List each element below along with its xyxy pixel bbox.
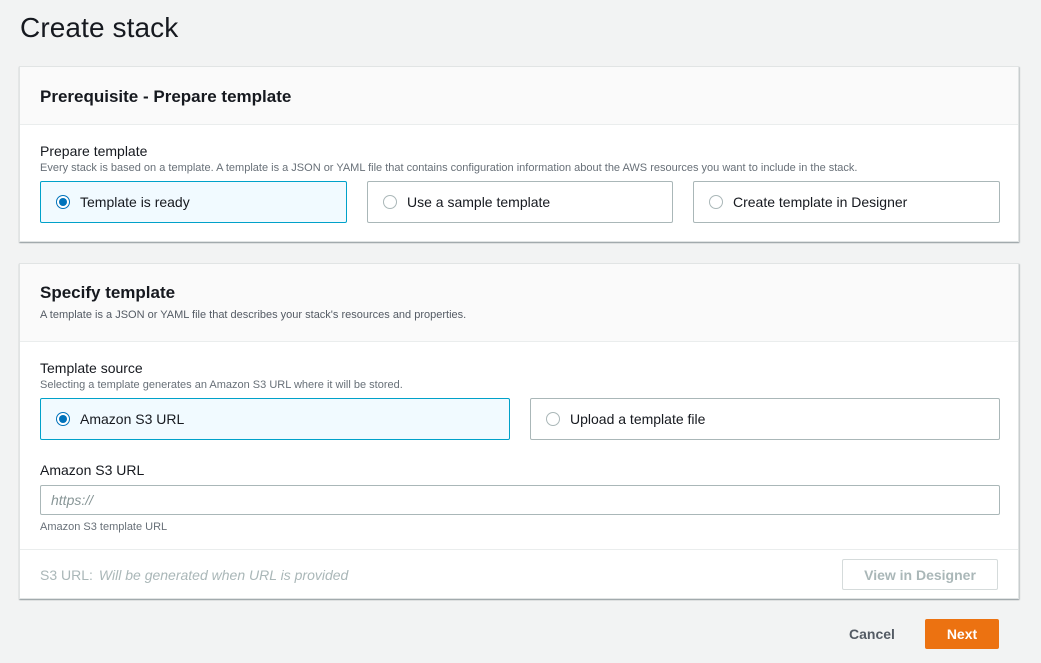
option-label: Create template in Designer <box>733 194 908 210</box>
template-source-description: Selecting a template generates an Amazon… <box>40 379 403 391</box>
option-label: Amazon S3 URL <box>80 411 185 427</box>
option-template-is-ready[interactable]: Template is ready <box>40 181 347 223</box>
s3-url-field-label: Amazon S3 URL <box>40 462 145 478</box>
cancel-button[interactable]: Cancel <box>832 618 912 650</box>
specify-template-heading: Specify template <box>40 283 176 302</box>
s3-url-readout-value: Will be generated when URL is provided <box>98 567 349 583</box>
prerequisite-heading: Prerequisite - Prepare template <box>40 87 292 106</box>
specify-template-panel-header: Specify template A template is a JSON or… <box>20 264 1018 342</box>
prerequisite-panel: Prerequisite - Prepare template Prepare … <box>19 66 1019 242</box>
option-create-in-designer[interactable]: Create template in Designer <box>693 181 1000 223</box>
option-label: Upload a template file <box>570 411 706 427</box>
source-option-s3-url[interactable]: Amazon S3 URL <box>40 398 510 440</box>
s3-url-readout-label: S3 URL: <box>40 567 93 583</box>
next-button[interactable]: Next <box>925 619 999 649</box>
specify-template-panel: Specify template A template is a JSON or… <box>19 263 1019 599</box>
s3-url-input[interactable] <box>40 485 1000 515</box>
prepare-template-label: Prepare template <box>40 143 148 159</box>
radio-selected-icon[interactable] <box>56 195 70 209</box>
page-title: Create stack <box>20 12 179 43</box>
radio-unselected-icon[interactable] <box>709 195 723 209</box>
view-in-designer-button[interactable]: View in Designer <box>842 559 998 590</box>
prerequisite-panel-header: Prerequisite - Prepare template <box>20 67 1018 125</box>
specify-template-description: A template is a JSON or YAML file that d… <box>40 309 467 321</box>
s3-url-readout: S3 URL: Will be generated when URL is pro… <box>40 567 348 583</box>
prepare-template-description: Every stack is based on a template. A te… <box>40 162 858 174</box>
radio-unselected-icon[interactable] <box>546 412 560 426</box>
template-source-label: Template source <box>40 360 143 376</box>
option-label: Use a sample template <box>407 194 551 210</box>
radio-selected-icon[interactable] <box>56 412 70 426</box>
option-label: Template is ready <box>80 194 190 210</box>
divider <box>20 549 1018 550</box>
option-use-sample-template[interactable]: Use a sample template <box>367 181 673 223</box>
source-option-upload-file[interactable]: Upload a template file <box>530 398 1000 440</box>
radio-unselected-icon[interactable] <box>383 195 397 209</box>
s3-url-hint: Amazon S3 template URL <box>40 521 168 533</box>
